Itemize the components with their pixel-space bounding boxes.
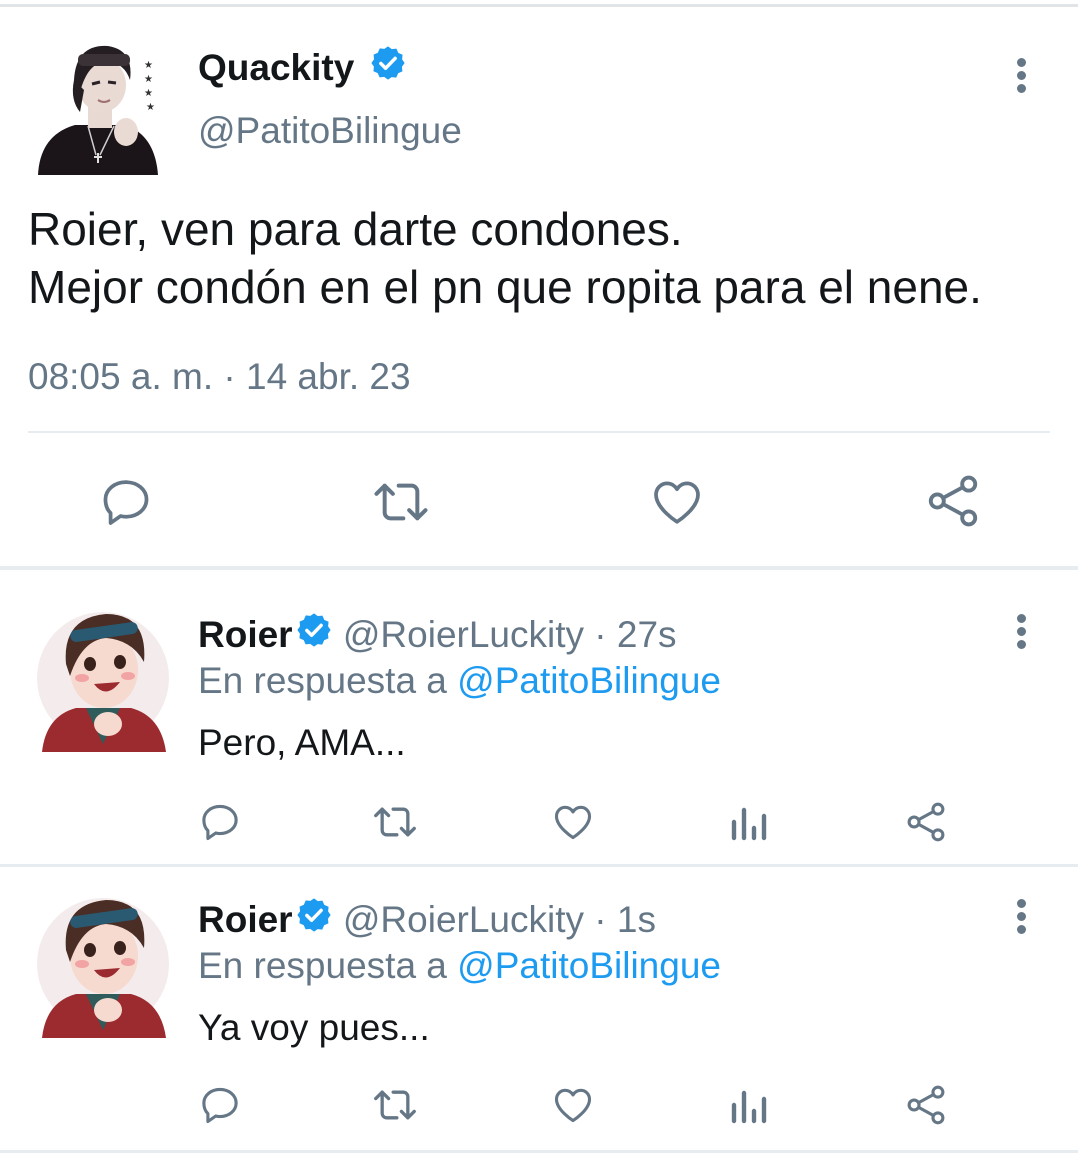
reply-prefix: En respuesta a [198, 945, 447, 986]
tweet-divider [0, 566, 1078, 570]
meta-separator: · [223, 356, 236, 397]
tweet-time: 08:05 a. m. [28, 356, 214, 397]
reply-header: Roier @RoierLuckity · 27s [198, 612, 677, 660]
verified-badge-icon [365, 46, 407, 92]
reply-prefix: En respuesta a [198, 660, 447, 701]
retweet-icon[interactable] [370, 800, 420, 844]
tweet-text-line: Roier, ven para darte condones. [28, 203, 683, 255]
reply-context: En respuesta a @PatitoBilingue [198, 943, 721, 989]
tweet-divider [0, 1150, 1078, 1153]
meta-separator: · [594, 614, 607, 655]
reply-header: Roier @RoierLuckity · 1s [198, 897, 656, 945]
reply-text: Ya voy pues... [198, 1007, 430, 1048]
avatar-roier[interactable] [36, 604, 171, 752]
reply-time[interactable]: 27s [617, 614, 677, 655]
svg-text:★: ★ [144, 74, 153, 85]
author-name-row[interactable]: Quackity [198, 46, 407, 92]
heart-icon[interactable] [648, 474, 706, 530]
heart-icon[interactable] [550, 800, 596, 844]
analytics-icon[interactable] [730, 1085, 770, 1125]
retweet-icon[interactable] [370, 474, 432, 530]
reply-icon[interactable] [198, 1083, 242, 1127]
svg-text:★: ★ [146, 102, 155, 113]
reply-author-name[interactable]: Roier [198, 899, 293, 940]
share-icon[interactable] [924, 472, 982, 530]
tweet-divider [0, 864, 1078, 867]
avatar-roier[interactable] [36, 890, 171, 1038]
reply-author-handle[interactable]: @RoierLuckity [343, 899, 584, 940]
reply-icon[interactable] [198, 800, 242, 844]
verified-badge-icon [293, 613, 333, 660]
retweet-icon[interactable] [370, 1083, 420, 1127]
tweet-timestamp[interactable]: 08:05 a. m. · 14 abr. 23 [28, 354, 411, 400]
more-vertical-icon[interactable] [1006, 899, 1036, 943]
reply-to-link[interactable]: @PatitoBilingue [457, 945, 721, 986]
share-icon[interactable] [904, 1083, 948, 1127]
tweet-text: Roier, ven para darte condones. Mejor co… [28, 200, 982, 316]
reply-time[interactable]: 1s [617, 899, 656, 940]
avatar-quackity[interactable]: ★ ★ ★ ★ [30, 40, 165, 175]
reply-icon[interactable] [98, 474, 154, 530]
svg-text:★: ★ [144, 88, 153, 99]
reply-to-link[interactable]: @PatitoBilingue [457, 660, 721, 701]
share-icon[interactable] [904, 800, 948, 844]
reply-context: En respuesta a @PatitoBilingue [198, 658, 721, 704]
tweet-text-line: Mejor condón en el pn que ropita para el… [28, 261, 982, 313]
tweet-date: 14 abr. 23 [246, 356, 411, 397]
analytics-icon[interactable] [730, 802, 770, 842]
heart-icon[interactable] [550, 1083, 596, 1127]
verified-badge-icon [293, 898, 333, 945]
author-name[interactable]: Quackity [198, 47, 354, 88]
author-handle[interactable]: @PatitoBilingue [198, 108, 462, 154]
reply-author-handle[interactable]: @RoierLuckity [343, 614, 584, 655]
svg-text:★: ★ [144, 60, 153, 71]
meta-separator: · [594, 899, 607, 940]
reply-text: Pero, AMA... [198, 722, 406, 763]
meta-divider [28, 431, 1050, 433]
more-vertical-icon[interactable] [1006, 614, 1036, 658]
more-vertical-icon[interactable] [1006, 58, 1036, 102]
top-border [0, 4, 1078, 7]
reply-author-name[interactable]: Roier [198, 614, 293, 655]
